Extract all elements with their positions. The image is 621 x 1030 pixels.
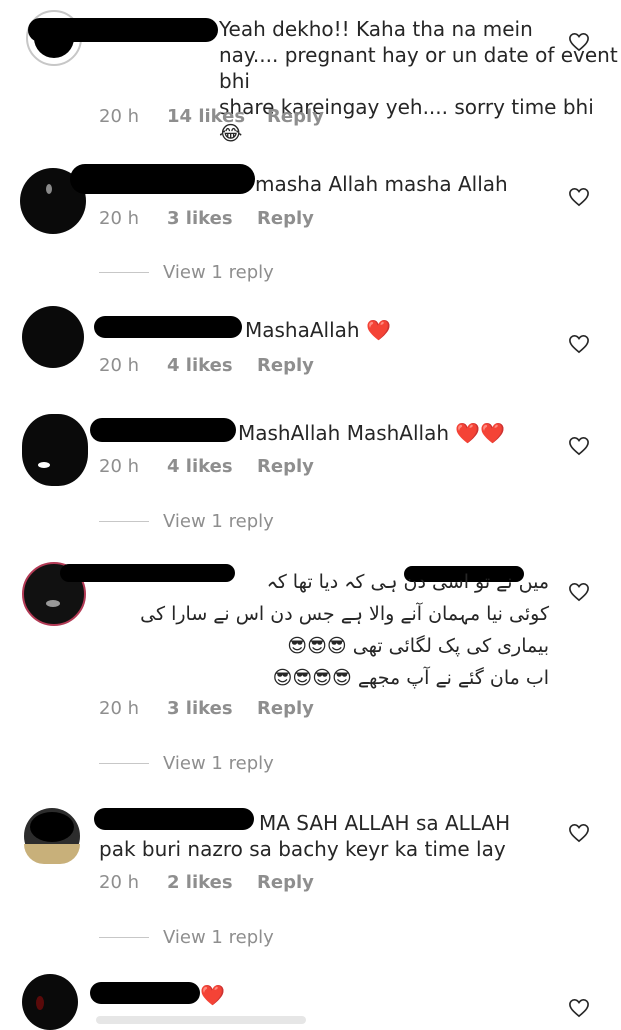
heart-outline-icon[interactable] xyxy=(568,334,590,354)
redacted-username xyxy=(94,316,242,338)
reply-button[interactable]: Reply xyxy=(257,355,314,376)
reply-button[interactable]: Reply xyxy=(257,208,314,229)
avatar[interactable] xyxy=(22,414,88,486)
comment-text: میں نے تو اسی دن ہی کہ دیا تھا کہ کوئی ن… xyxy=(99,566,549,694)
comment-likes[interactable]: 4 likes xyxy=(167,456,257,477)
divider xyxy=(99,937,149,938)
heart-outline-icon[interactable] xyxy=(568,998,590,1018)
comment-text-line: کوئی نیا مہمان آنے والا ہے جس دن اس نے س… xyxy=(140,603,549,625)
heart-outline-icon[interactable] xyxy=(568,436,590,456)
reply-button[interactable]: Reply xyxy=(257,698,314,719)
comment-time: 20 h xyxy=(99,456,140,477)
avatar[interactable] xyxy=(22,974,78,1030)
reply-button[interactable]: Reply xyxy=(257,456,314,477)
comment-text: MashaAllah ❤️ xyxy=(245,318,391,342)
comment-text: MashAllah MashAllah ❤️❤️ xyxy=(238,421,506,445)
view-replies-button[interactable]: View 1 reply xyxy=(99,753,274,774)
comment-meta: 20 h 3 likes Reply xyxy=(99,698,314,719)
comment-likes[interactable]: 14 likes xyxy=(167,106,267,127)
view-replies-label[interactable]: View 1 reply xyxy=(163,511,274,532)
reply-button[interactable]: Reply xyxy=(257,872,314,893)
comment-text: ❤️ xyxy=(200,983,225,1007)
comment-text-line: اب مان گئے نے آپ مجھے 😎😎😎😎 xyxy=(272,667,549,689)
view-replies-label[interactable]: View 1 reply xyxy=(163,753,274,774)
comment-time: 20 h xyxy=(99,208,140,229)
view-replies-label[interactable]: View 1 reply xyxy=(163,927,274,948)
comment-likes[interactable]: 2 likes xyxy=(167,872,257,893)
comment-text-line: میں نے تو اسی دن ہی کہ دیا تھا کہ xyxy=(266,571,549,593)
view-replies-label[interactable]: View 1 reply xyxy=(163,262,274,283)
comment-meta: 20 h 2 likes Reply xyxy=(99,872,314,893)
comment-time: 20 h xyxy=(99,355,140,376)
divider xyxy=(99,272,149,273)
view-replies-button[interactable]: View 1 reply xyxy=(99,262,274,283)
divider xyxy=(99,763,149,764)
comment-meta: 20 h 3 likes Reply xyxy=(99,208,314,229)
comment-text: masha Allah masha Allah xyxy=(255,172,508,196)
heart-outline-icon[interactable] xyxy=(568,582,590,602)
comment-meta: 20 h 4 likes Reply xyxy=(99,355,314,376)
redacted-username xyxy=(90,982,200,1004)
comment-likes[interactable]: 4 likes xyxy=(167,355,257,376)
comment-likes[interactable]: 3 likes xyxy=(167,698,257,719)
comment-text: MA SAH ALLAH sa ALLAH pak buri nazro sa … xyxy=(99,811,511,861)
comment-text-line: بیماری کی پک لگائی تھی 😎😎😎 xyxy=(287,635,549,657)
avatar[interactable] xyxy=(22,306,84,368)
heart-outline-icon[interactable] xyxy=(568,32,590,52)
redacted-meta xyxy=(96,1016,306,1024)
comment-time: 20 h xyxy=(99,106,140,127)
comment-time: 20 h xyxy=(99,698,140,719)
redacted-username xyxy=(70,164,255,194)
heart-outline-icon[interactable] xyxy=(568,187,590,207)
heart-outline-icon[interactable] xyxy=(568,823,590,843)
reply-button[interactable]: Reply xyxy=(267,106,324,127)
divider xyxy=(99,521,149,522)
view-replies-button[interactable]: View 1 reply xyxy=(99,927,274,948)
comment-likes[interactable]: 3 likes xyxy=(167,208,257,229)
comment-meta: 20 h 4 likes Reply xyxy=(99,456,314,477)
comment-meta: 20 h 14 likes Reply xyxy=(99,106,324,127)
view-replies-button[interactable]: View 1 reply xyxy=(99,511,274,532)
comment-time: 20 h xyxy=(99,872,140,893)
avatar[interactable] xyxy=(24,808,80,864)
redacted-username xyxy=(90,418,236,442)
